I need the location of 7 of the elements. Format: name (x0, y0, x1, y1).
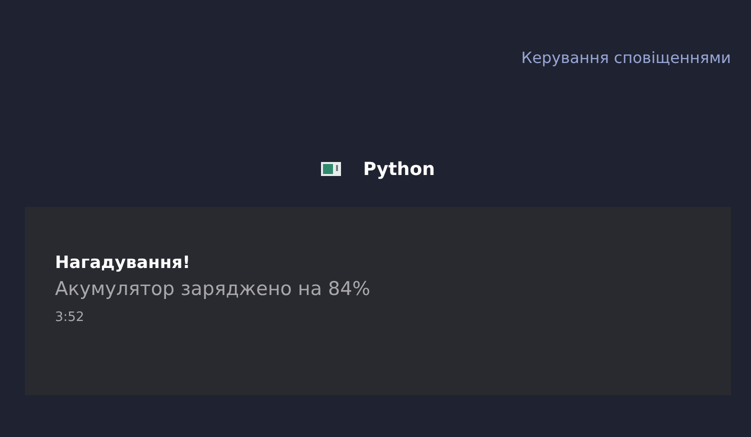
notification-body: Акумулятор заряджено на 84% (55, 277, 372, 302)
notification-card[interactable]: Нагадування! Акумулятор заряджено на 84% 3:52 (25, 207, 731, 395)
app-name: Python (363, 158, 435, 180)
manage-notifications-link[interactable]: Керування сповіщеннями (521, 47, 731, 70)
app-window-icon (321, 162, 342, 176)
notification-time: 3:52 (55, 309, 86, 327)
notification-title: Нагадування! (55, 252, 192, 275)
